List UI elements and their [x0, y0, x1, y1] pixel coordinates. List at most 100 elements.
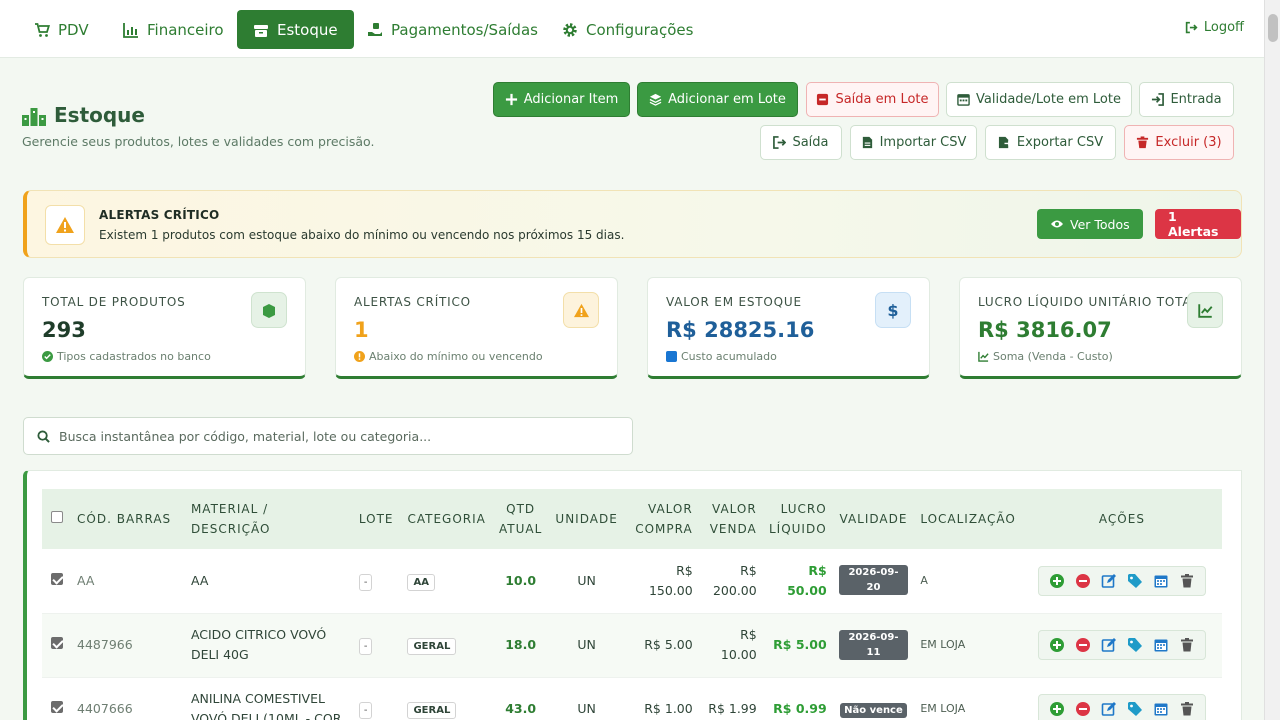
- header-location[interactable]: LOCALIZAÇÃO: [914, 489, 1022, 549]
- buy-line2: R$ 1.00: [644, 701, 693, 716]
- import-csv-label: Importar CSV: [879, 135, 967, 150]
- cell-sell: R$ 1.99: [699, 677, 763, 720]
- stat-note: Tipos cadastrados no banco: [42, 350, 211, 363]
- batch-out-button[interactable]: Saída em Lote: [806, 82, 939, 117]
- search-input[interactable]: [59, 428, 599, 444]
- cell-material: AA: [185, 549, 353, 613]
- logoff-label: Logoff: [1203, 20, 1244, 35]
- row-actions: [1037, 694, 1206, 720]
- row-checkbox[interactable]: [50, 701, 63, 713]
- tag-icon[interactable]: [1127, 637, 1143, 653]
- trash-icon[interactable]: [1179, 573, 1195, 589]
- sign-out-icon: [1185, 21, 1198, 34]
- trash-icon[interactable]: [1179, 701, 1195, 717]
- plus-circle-icon[interactable]: [1049, 573, 1065, 589]
- row-actions: [1037, 565, 1206, 596]
- header-profit-line1: LUCRO: [780, 502, 827, 516]
- profit-line2: 50.00: [787, 582, 827, 598]
- eye-icon: [1051, 220, 1063, 228]
- cell-category: AA: [401, 549, 491, 613]
- page-scrollbar[interactable]: [1264, 0, 1280, 720]
- row-select-cell: [42, 613, 71, 677]
- header-profit[interactable]: LUCRO LÍQUIDO: [763, 489, 833, 549]
- tag-icon[interactable]: [1127, 701, 1143, 717]
- stat-note-text: Soma (Venda - Custo): [993, 350, 1113, 363]
- cell-lote: -: [353, 549, 402, 613]
- nav-estoque[interactable]: Estoque: [237, 10, 354, 49]
- nav-pdv[interactable]: PDV: [18, 10, 105, 49]
- header-sell[interactable]: VALOR VENDA: [699, 489, 763, 549]
- table-row[interactable]: AA AA - AA 10.0 UN R$ 150.00 R$ 200.00 R$ 5…: [42, 549, 1222, 613]
- table-row[interactable]: 4407666 ANILINA COMESTIVEL VOVÓ DELI (10M…: [42, 677, 1222, 720]
- cell-material: ACIDO CITRICO VOVÓ DELI 40G: [185, 613, 353, 677]
- exit-button[interactable]: Saída: [760, 125, 842, 160]
- stat-note-text: Abaixo do mínimo ou vencendo: [369, 350, 543, 363]
- header-validity[interactable]: VALIDADE: [833, 489, 915, 549]
- header-lote[interactable]: LOTE: [353, 489, 402, 549]
- alerts-count-badge[interactable]: 1 Alertas: [1155, 209, 1241, 239]
- cell-location: A: [920, 573, 928, 587]
- header-barcode[interactable]: CÓD. BARRAS: [71, 489, 185, 549]
- warning-icon: [56, 217, 74, 233]
- header-material[interactable]: MATERIAL / DESCRIÇÃO: [185, 489, 353, 549]
- plus-circle-icon[interactable]: [1049, 701, 1065, 717]
- tag-icon[interactable]: [1127, 573, 1143, 589]
- table-row[interactable]: 4487966 ACIDO CITRICO VOVÓ DELI 40G - GER…: [42, 613, 1222, 677]
- calendar-icon[interactable]: [1153, 701, 1169, 717]
- export-csv-button[interactable]: Exportar CSV: [985, 125, 1116, 160]
- validity-batch-button[interactable]: Validade/Lote em Lote: [946, 82, 1132, 117]
- nav-configuracoes[interactable]: Configurações: [546, 10, 709, 49]
- logoff-link[interactable]: Logoff: [1185, 20, 1244, 35]
- edit-icon[interactable]: [1101, 573, 1117, 589]
- lote-tag: -: [358, 702, 373, 719]
- view-all-alerts-button[interactable]: Ver Todos: [1037, 209, 1143, 239]
- validity-batch-label: Validade/Lote em Lote: [976, 92, 1121, 107]
- add-batch-label: Adicionar em Lote: [668, 92, 786, 107]
- cell-unit: UN: [577, 572, 596, 588]
- edit-icon[interactable]: [1101, 637, 1117, 653]
- cell-unit: UN: [577, 701, 596, 716]
- add-item-button[interactable]: Adicionar Item: [493, 82, 630, 117]
- cell-buy: R$ 5.00: [624, 613, 699, 677]
- entry-label: Entrada: [1170, 92, 1222, 107]
- header-buy[interactable]: VALOR COMPRA: [624, 489, 699, 549]
- minus-circle-icon[interactable]: [1075, 573, 1091, 589]
- profit-line1: R$: [808, 562, 827, 578]
- minus-circle-icon[interactable]: [1075, 701, 1091, 717]
- calendar-icon[interactable]: [1153, 573, 1169, 589]
- delete-selected-button[interactable]: Excluir (3): [1124, 125, 1234, 160]
- nav-financeiro[interactable]: Financeiro: [107, 10, 240, 49]
- nav-pagamentos-label: Pagamentos/Saídas: [391, 20, 538, 39]
- box-icon: [254, 24, 268, 37]
- page-subtitle: Gerencie seus produtos, lotes e validade…: [22, 134, 375, 149]
- add-batch-button[interactable]: Adicionar em Lote: [637, 82, 798, 117]
- select-all-checkbox[interactable]: [50, 511, 63, 523]
- nav-pagamentos[interactable]: Pagamentos/Saídas: [351, 10, 554, 49]
- entry-button[interactable]: Entrada: [1139, 82, 1234, 117]
- material-line1: AA: [190, 572, 209, 588]
- header-qty[interactable]: QTD ATUAL: [492, 489, 550, 549]
- plus-circle-icon[interactable]: [1049, 637, 1065, 653]
- calendar-icon[interactable]: [1153, 637, 1169, 653]
- row-checkbox[interactable]: [50, 637, 63, 649]
- row-checkbox[interactable]: [50, 572, 63, 585]
- plus-icon: [505, 93, 517, 106]
- exit-label: Saída: [792, 135, 829, 150]
- stat-card-stock-value: VALOR EM ESTOQUE R$ 28825.16 Custo acumu…: [647, 277, 930, 379]
- cell-category: GERAL: [401, 677, 491, 720]
- hand-money-icon: [368, 22, 382, 36]
- cell-profit: R$ 50.00: [763, 549, 833, 613]
- scrollbar-thumb[interactable]: [1268, 14, 1278, 42]
- cell-buy: R$ 1.00: [624, 677, 699, 720]
- header-sell-line1: VALOR: [712, 502, 757, 516]
- lote-tag: -: [358, 638, 373, 655]
- trash-icon[interactable]: [1179, 637, 1195, 653]
- header-category[interactable]: CATEGORIA: [401, 489, 491, 549]
- edit-icon[interactable]: [1101, 701, 1117, 717]
- top-navbar: PDV Financeiro Estoque Pagamentos/Saídas…: [0, 0, 1264, 58]
- header-unit[interactable]: UNIDADE: [549, 489, 623, 549]
- cell-validity: Não vence: [833, 677, 915, 720]
- stat-label: TOTAL DE PRODUTOS: [42, 295, 186, 309]
- import-csv-button[interactable]: Importar CSV: [850, 125, 977, 160]
- minus-circle-icon[interactable]: [1075, 637, 1091, 653]
